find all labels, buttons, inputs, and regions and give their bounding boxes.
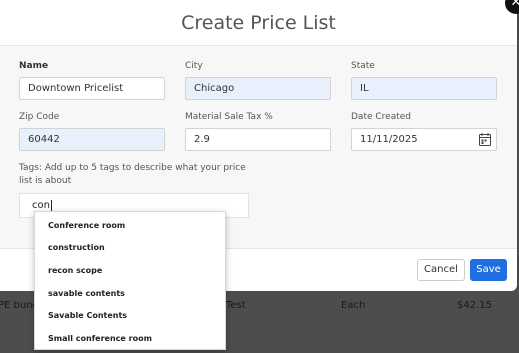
dropdown-option[interactable]: savable contents [48, 289, 125, 298]
modal-title: Create Price List [181, 12, 336, 34]
name-label: Name [19, 61, 49, 71]
bg-col2: Test [226, 300, 246, 311]
state-label: State [351, 61, 375, 71]
dropdown-option[interactable]: recon scope [48, 266, 102, 275]
dropdown-option[interactable]: Small conference room [48, 334, 152, 343]
date-field[interactable]: 11/11/2025 [351, 128, 497, 151]
name-field[interactable]: Downtown Pricelist [19, 77, 165, 100]
dropdown-option[interactable]: Savable Contents [48, 311, 127, 320]
tax-label: Material Sale Tax % [185, 112, 273, 122]
date-value: 11/11/2025 [360, 134, 418, 145]
tax-field[interactable]: 2.9 [185, 128, 331, 151]
cancel-button[interactable]: Cancel [417, 259, 465, 281]
zip-label: Zip Code [19, 112, 60, 122]
save-button[interactable]: Save [470, 259, 507, 281]
date-label: Date Created [351, 112, 411, 122]
dropdown-option[interactable]: Conference room [48, 221, 125, 230]
state-field[interactable]: IL [351, 77, 497, 100]
calendar-icon[interactable] [479, 133, 491, 146]
text-caret [50, 199, 52, 211]
tag-suggestions-dropdown: Conference room construction recon scope… [34, 211, 226, 350]
zip-field[interactable]: 60442 [19, 128, 165, 151]
bg-unit: Each [341, 300, 366, 311]
city-label: City [185, 61, 203, 71]
dropdown-option[interactable]: construction [48, 243, 105, 252]
tags-input-value: con [32, 200, 50, 211]
bg-price: $42.15 [457, 300, 492, 311]
tags-help-text: Tags: Add up to 5 tags to describe what … [19, 163, 246, 186]
city-field[interactable]: Chicago [185, 77, 331, 100]
